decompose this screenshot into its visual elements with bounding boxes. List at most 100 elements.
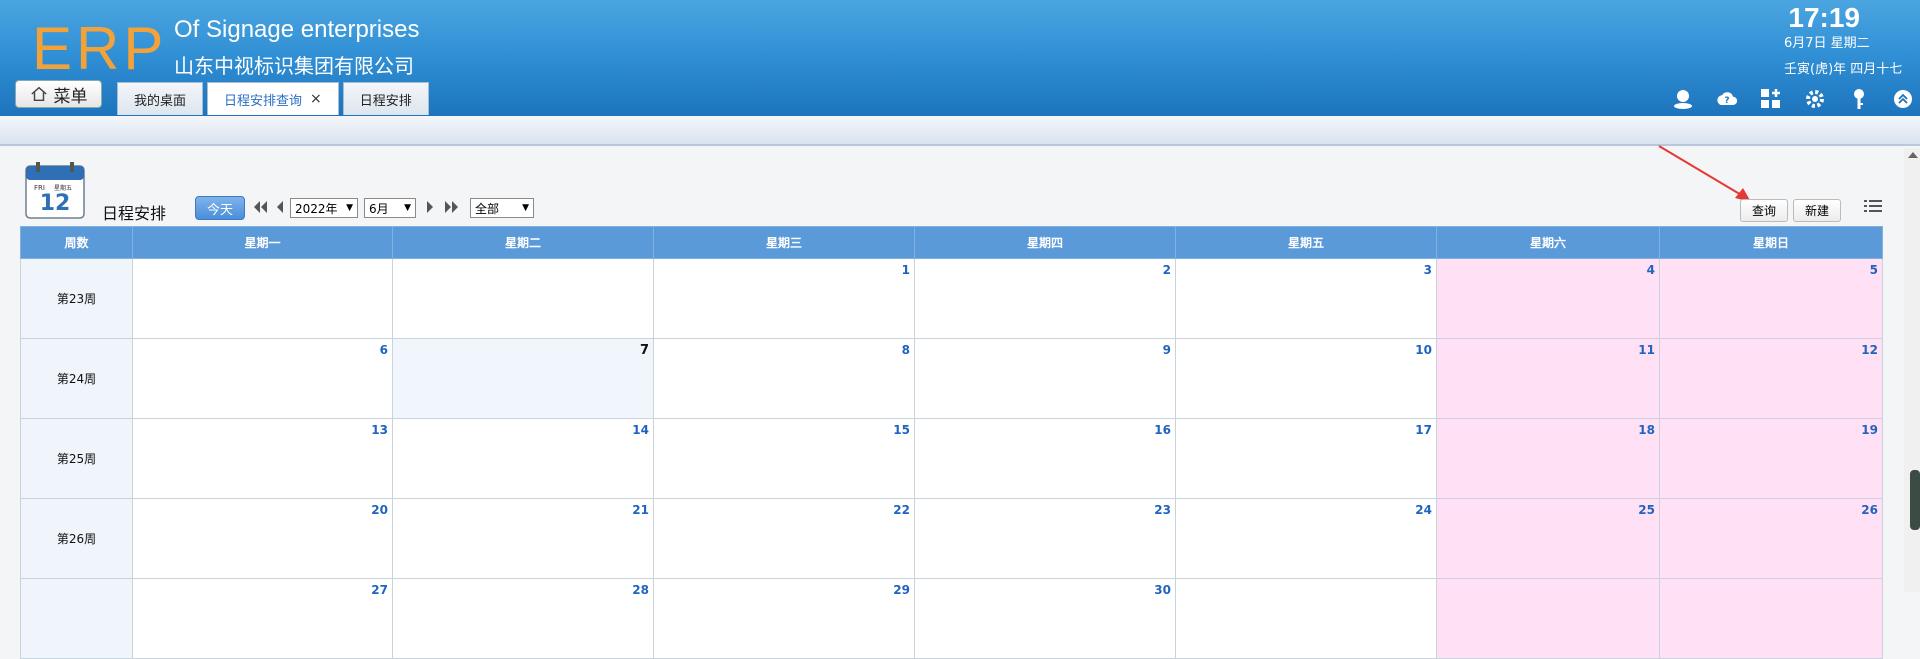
collapse-up-icon[interactable]	[1890, 86, 1916, 112]
chevron-down-icon: ▼	[404, 203, 411, 213]
filter-select[interactable]: 全部 ▼	[470, 198, 534, 218]
list-view-icon[interactable]	[1864, 198, 1882, 214]
week-label: 第23周	[20, 258, 133, 339]
day-cell[interactable]: 5	[1659, 258, 1883, 339]
week-label	[20, 578, 133, 659]
erp-logo: ERP	[32, 15, 168, 82]
user-status-icon[interactable]	[1670, 86, 1696, 112]
day-cell[interactable]	[1175, 578, 1437, 659]
scroll-up-arrow-icon[interactable]	[1908, 152, 1918, 158]
day-cell[interactable]: 13	[132, 418, 393, 499]
tab-label: 我的桌面	[134, 93, 187, 109]
settings-gear-icon[interactable]	[1802, 86, 1828, 112]
day-cell[interactable]: 20	[132, 498, 393, 579]
system-icons: ?	[1670, 86, 1916, 112]
week-label: 第26周	[20, 498, 133, 579]
menu-button[interactable]: 菜单	[15, 80, 102, 108]
day-cell[interactable]: 17	[1175, 418, 1437, 499]
tab-label: 日程安排	[359, 93, 412, 109]
year-value: 2022年	[295, 201, 338, 216]
calendar-icon: FRI 星期五 12	[24, 162, 86, 220]
day-cell[interactable]	[132, 258, 393, 339]
day-cell[interactable]: 6	[132, 338, 393, 419]
lunar-date-display: 壬寅(虎)年 四月十七	[1784, 62, 1903, 77]
tab-schedule[interactable]: 日程安排	[342, 82, 429, 115]
day-cell[interactable]: 1	[653, 258, 915, 339]
header-monday: 星期一	[132, 226, 393, 259]
day-cell[interactable]: 8	[653, 338, 915, 419]
next-month-icon[interactable]	[426, 198, 434, 216]
day-cell[interactable]: 24	[1175, 498, 1437, 579]
prev-month-icon[interactable]	[276, 198, 284, 216]
tab-schedule-query[interactable]: 日程安排查询 ×	[207, 82, 339, 115]
new-button[interactable]: 新建	[1793, 199, 1841, 222]
day-cell[interactable]	[1436, 578, 1660, 659]
prev-year-icon[interactable]	[252, 198, 268, 216]
day-cell[interactable]: 25	[1436, 498, 1660, 579]
day-cell[interactable]: 3	[1175, 258, 1437, 339]
side-floating-widget[interactable]	[1910, 470, 1920, 530]
today-button[interactable]: 今天	[195, 196, 245, 220]
day-cell[interactable]: 19	[1659, 418, 1883, 499]
day-cell[interactable]: 9	[914, 338, 1176, 419]
tab-bar: 我的桌面 日程安排查询 × 日程安排	[117, 82, 429, 115]
filter-value: 全部	[475, 201, 500, 216]
chevron-down-icon: ▼	[346, 203, 353, 213]
sub-toolbar	[0, 116, 1920, 146]
key-icon[interactable]	[1846, 86, 1872, 112]
add-widget-icon[interactable]	[1758, 86, 1784, 112]
query-button[interactable]: 查询	[1740, 199, 1788, 222]
header-friday: 星期五	[1175, 226, 1437, 259]
day-cell[interactable]: 23	[914, 498, 1176, 579]
day-cell[interactable]: 16	[914, 418, 1176, 499]
day-cell[interactable]: 12	[1659, 338, 1883, 419]
calendar-grid: 周数 星期一 星期二 星期三 星期四 星期五 星期六 星期日 第23周 1 2 …	[20, 226, 1883, 659]
calendar-week-row: 第25周 13 14 15 16 17 18 19	[20, 418, 1883, 499]
date-display: 6月7日 星期二	[1784, 36, 1870, 51]
day-cell[interactable]: 26	[1659, 498, 1883, 579]
day-cell[interactable]: 30	[914, 578, 1176, 659]
tab-my-desktop[interactable]: 我的桌面	[117, 82, 204, 115]
menu-label: 菜单	[53, 86, 88, 107]
cloud-help-icon[interactable]: ?	[1714, 86, 1740, 112]
day-cell[interactable]: 10	[1175, 338, 1437, 419]
annotation-arrow	[1658, 145, 1751, 202]
close-icon[interactable]: ×	[310, 91, 322, 107]
home-icon	[30, 86, 47, 102]
clock-time: 17:19	[1788, 2, 1860, 33]
header-week-number: 周数	[20, 226, 133, 259]
month-value: 6月	[369, 201, 389, 216]
day-cell[interactable]: 4	[1436, 258, 1660, 339]
next-year-icon[interactable]	[444, 198, 460, 216]
page-title: 日程安排	[102, 204, 167, 223]
header-saturday: 星期六	[1436, 226, 1660, 259]
calendar-week-row: 第24周 6 7 8 9 10 11 12	[20, 338, 1883, 419]
day-cell[interactable]: 21	[392, 498, 654, 579]
day-cell[interactable]: 2	[914, 258, 1176, 339]
month-select[interactable]: 6月 ▼	[364, 198, 416, 218]
day-cell[interactable]: 22	[653, 498, 915, 579]
top-header: ERP Of Signage enterprises 山东中视标识集团有限公司 …	[0, 0, 1920, 116]
day-cell-today[interactable]: 7	[392, 338, 654, 419]
year-select[interactable]: 2022年 ▼	[290, 198, 358, 218]
day-cell[interactable]: 29	[653, 578, 915, 659]
calendar-week-row: 27 28 29 30	[20, 578, 1883, 659]
calendar-week-row: 第26周 20 21 22 23 24 25 26	[20, 498, 1883, 579]
header-tuesday: 星期二	[392, 226, 654, 259]
day-cell[interactable]: 15	[653, 418, 915, 499]
week-label: 第24周	[20, 338, 133, 419]
day-cell[interactable]: 11	[1436, 338, 1660, 419]
day-cell[interactable]: 14	[392, 418, 654, 499]
day-cell[interactable]: 28	[392, 578, 654, 659]
tab-label: 日程安排查询	[224, 93, 303, 109]
calendar-header-row: 周数 星期一 星期二 星期三 星期四 星期五 星期六 星期日	[20, 226, 1883, 259]
svg-text:12: 12	[40, 191, 71, 216]
day-cell[interactable]	[392, 258, 654, 339]
svg-text:?: ?	[1724, 96, 1729, 106]
day-cell[interactable]: 27	[132, 578, 393, 659]
company-name-en: Of Signage enterprises	[174, 16, 420, 43]
chevron-down-icon: ▼	[522, 203, 529, 213]
day-cell[interactable]: 18	[1436, 418, 1660, 499]
header-wednesday: 星期三	[653, 226, 915, 259]
day-cell[interactable]	[1659, 578, 1883, 659]
